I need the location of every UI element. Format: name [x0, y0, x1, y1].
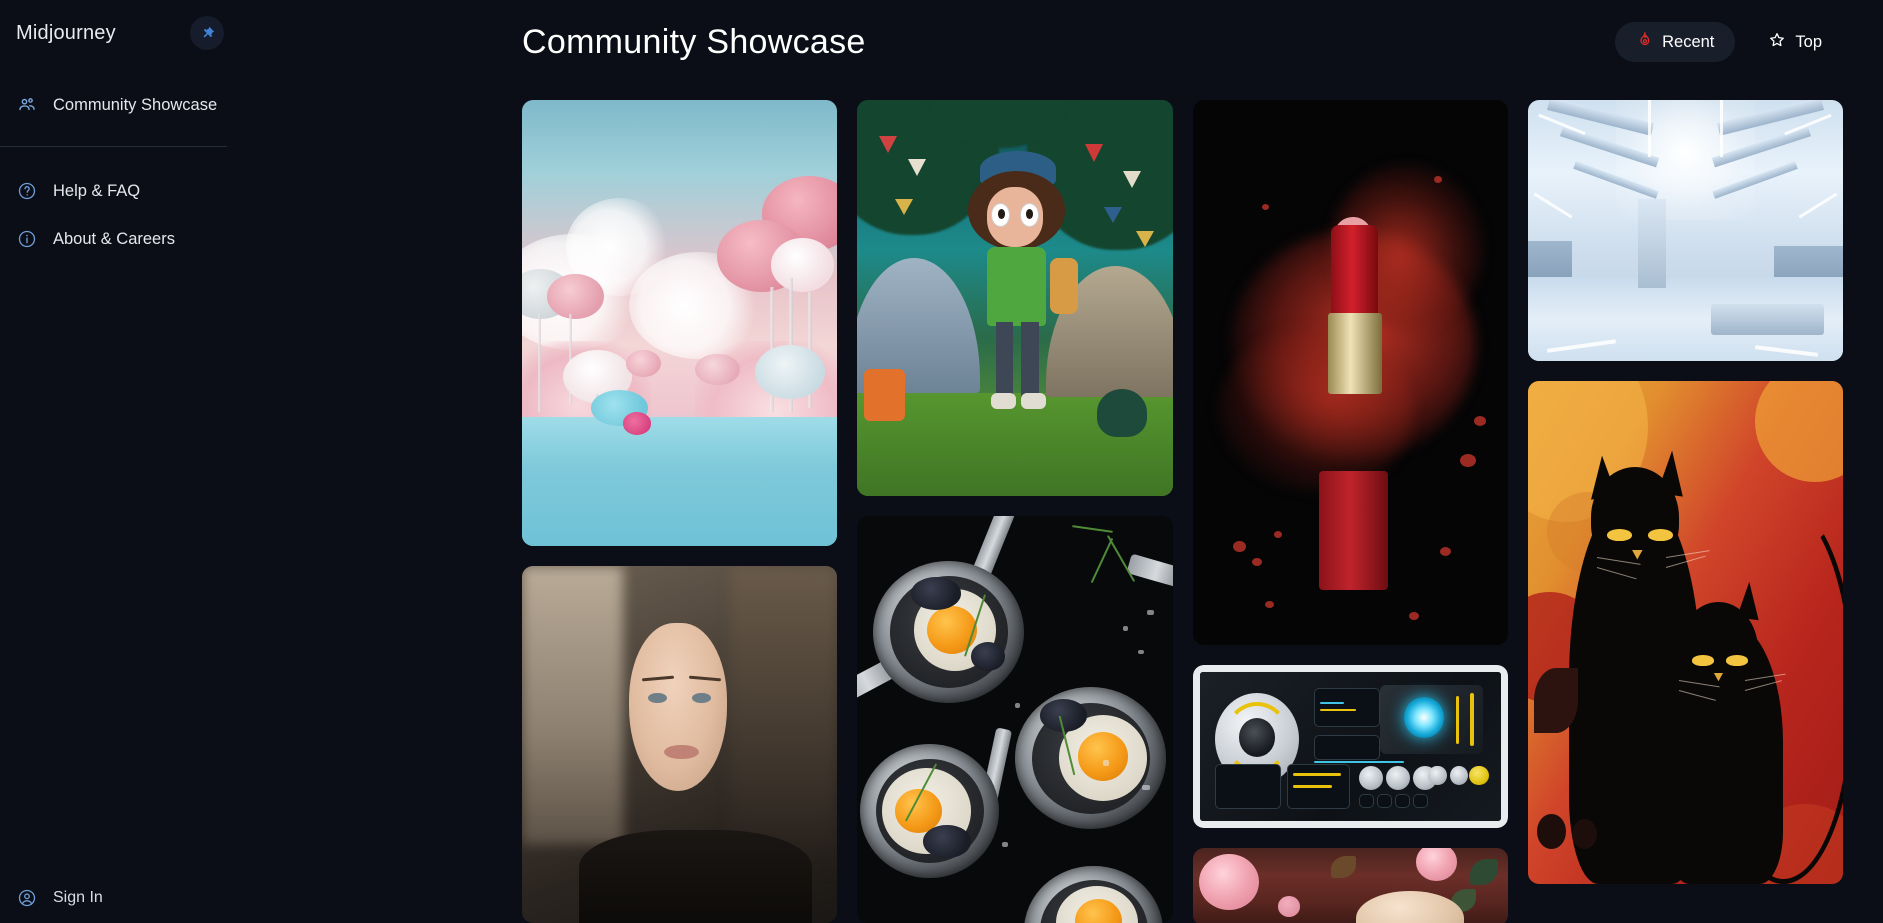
sign-in-label: Sign In [53, 889, 103, 906]
artwork-camping-kid-3d [857, 100, 1173, 496]
gallery-card-camping-kid-3d[interactable] [857, 100, 1173, 496]
artwork-scifi-control-panel [1192, 665, 1508, 828]
filter-group: Recent Top [1615, 22, 1843, 62]
user-circle-icon [16, 887, 38, 909]
sidebar: Midjourney Community Showcase Help & FAQ… [0, 0, 522, 923]
sidebar-item-community-showcase[interactable]: Community Showcase [0, 84, 522, 126]
artwork-floral-sleeping-figure [1192, 848, 1508, 923]
app-root: Midjourney Community Showcase Help & FAQ… [0, 0, 1883, 923]
gallery-card-floral-sleeping-figure[interactable] [1192, 848, 1508, 923]
gallery-column [857, 100, 1173, 923]
pushpin-button[interactable] [190, 16, 224, 50]
sidebar-primary-nav: Community Showcase [0, 84, 522, 126]
star-icon [1768, 31, 1786, 54]
gallery-column [1527, 100, 1843, 923]
gallery-card-street-portrait-woman[interactable] [522, 566, 838, 923]
artwork-black-cats-poster [1527, 381, 1843, 884]
gallery-column [1192, 100, 1508, 923]
sidebar-item-label: Help & FAQ [53, 181, 141, 200]
filter-recent-button[interactable]: Recent [1615, 22, 1736, 62]
filter-recent-label: Recent [1662, 32, 1715, 51]
sidebar-item-label: Community Showcase [53, 95, 218, 114]
gallery-card-scifi-control-panel[interactable] [1192, 665, 1508, 828]
sidebar-secondary-nav: Help & FAQ About & Careers [0, 167, 522, 263]
artwork-futuristic-white-interior [1527, 100, 1843, 361]
gallery-card-eggs-caviar-pans[interactable] [857, 516, 1173, 923]
top-bar: Community Showcase Recent Top [522, 0, 1883, 84]
gallery-card-red-lipstick-powder[interactable] [1192, 100, 1508, 645]
sidebar-item-label: About & Careers [53, 229, 175, 248]
pushpin-icon [203, 26, 214, 38]
info-circle-icon [16, 228, 38, 250]
main-content: Community Showcase Recent Top [522, 0, 1883, 923]
artwork-street-portrait-woman [522, 566, 838, 923]
flame-icon [1636, 31, 1653, 53]
artwork-eggs-caviar-pans [857, 516, 1173, 923]
sidebar-item-about-careers[interactable]: About & Careers [0, 215, 522, 263]
brand-title: Midjourney [16, 21, 116, 44]
page-title: Community Showcase [522, 22, 866, 61]
gallery-column [522, 100, 838, 923]
gallery-card-black-cats-poster[interactable] [1527, 381, 1843, 884]
sidebar-divider [0, 146, 227, 147]
gallery-grid [522, 100, 1883, 923]
artwork-red-lipstick-powder [1192, 100, 1508, 645]
filter-top-button[interactable]: Top [1747, 22, 1843, 62]
sidebar-item-help-faq[interactable]: Help & FAQ [0, 167, 522, 215]
gallery-card-pink-dream-landscape[interactable] [522, 100, 838, 546]
artwork-pink-dream-landscape [522, 100, 838, 546]
brand-row: Midjourney [0, 0, 244, 66]
question-circle-icon [16, 180, 38, 202]
users-group-icon [16, 94, 38, 116]
gallery-card-futuristic-white-interior[interactable] [1527, 100, 1843, 361]
filter-top-label: Top [1795, 32, 1822, 51]
sign-in-button[interactable]: Sign In [16, 887, 103, 909]
